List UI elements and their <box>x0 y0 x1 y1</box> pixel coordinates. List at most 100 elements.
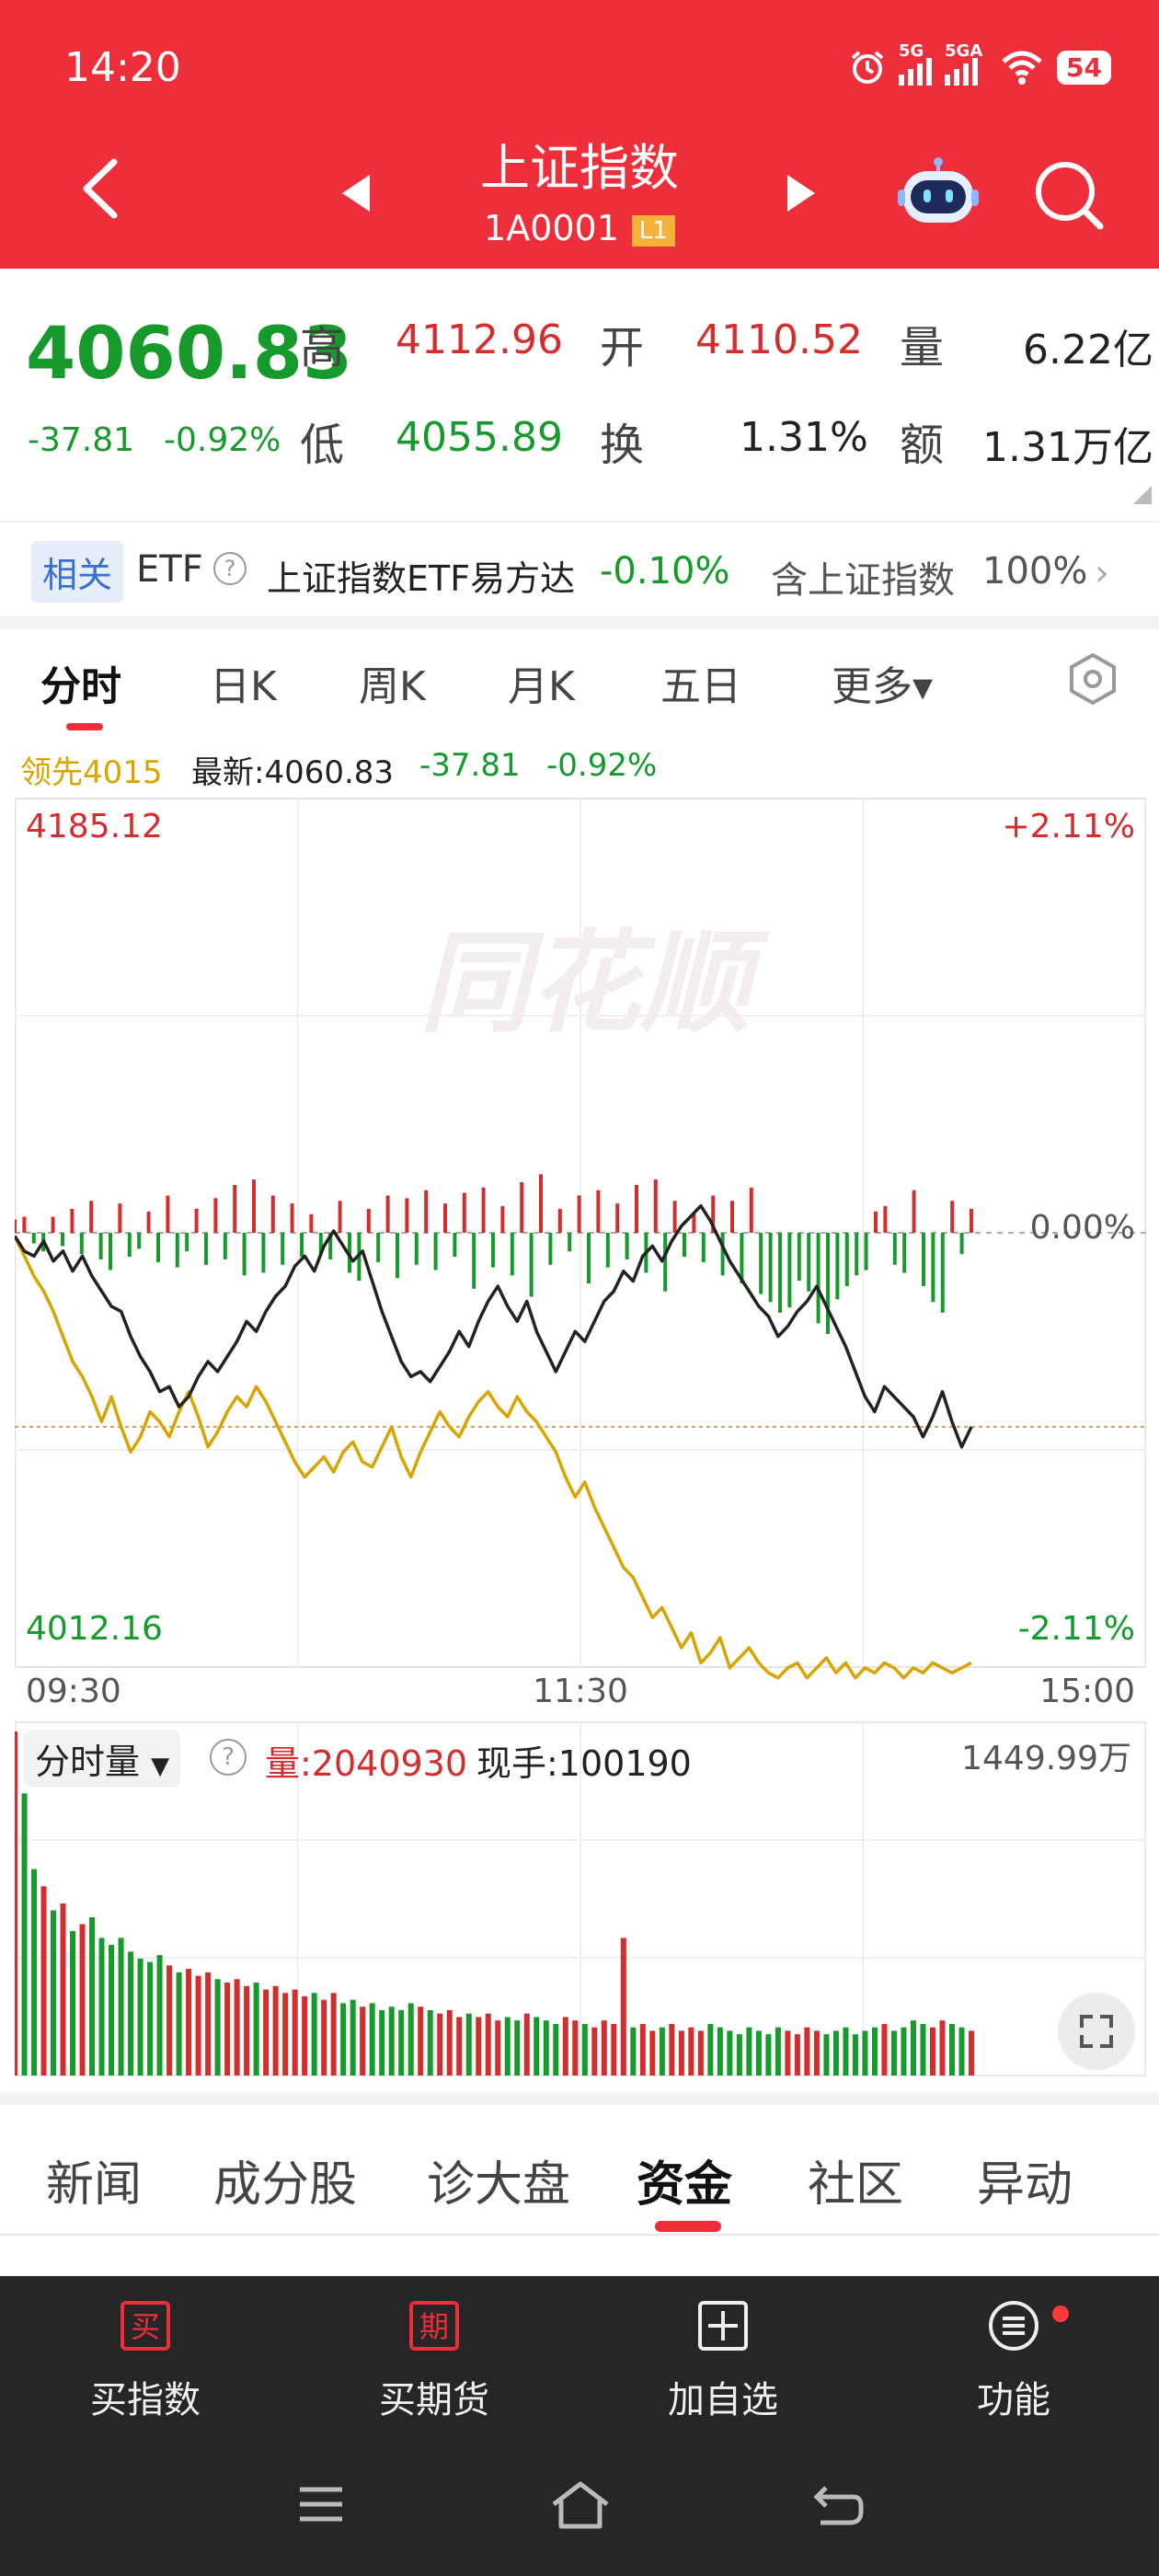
volume-bar <box>688 2027 694 2076</box>
net-flow-bar <box>61 1233 64 1247</box>
volume-bar <box>969 2030 974 2076</box>
volume-bar <box>79 1924 86 2076</box>
volume-bar <box>543 2020 549 2076</box>
tab-monthly-k[interactable]: 月K <box>508 653 575 712</box>
tab-constituents[interactable]: 成分股 <box>213 2145 357 2214</box>
net-flow-bar <box>768 1233 773 1303</box>
volume-bar <box>804 2027 810 2076</box>
net-flow-bar <box>405 1198 409 1233</box>
net-flow-bar <box>577 1195 581 1233</box>
volume-bar <box>890 2030 897 2076</box>
net-flow-bar <box>213 1198 218 1233</box>
net-flow-bar <box>156 1233 160 1262</box>
net-flow-bar <box>940 1233 945 1313</box>
tab-daily-k[interactable]: 日K <box>210 653 277 712</box>
volume-bar <box>910 2020 916 2076</box>
net-flow-bar <box>539 1174 543 1233</box>
volume-bar <box>128 1951 134 2076</box>
tab-more[interactable]: 更多▾ <box>832 653 933 712</box>
net-flow-bar <box>309 1213 314 1233</box>
tab-diagnosis[interactable]: 诊大盘 <box>427 2145 570 2214</box>
net-flow-bar <box>22 1216 27 1233</box>
volume-bar <box>195 1975 201 2076</box>
fullscreen-icon[interactable] <box>1058 1993 1135 2070</box>
tab-intraday[interactable]: 分时 <box>40 653 121 712</box>
net-flow-bar <box>816 1233 820 1324</box>
tab-community[interactable]: 社区 <box>808 2145 903 2214</box>
intraday-chart[interactable]: 同花顺 4185.12 4012.16 +2.11% 0.00% -2.11% … <box>15 791 1146 1708</box>
related-tag: 相关 <box>31 541 124 603</box>
buy-futures-button[interactable]: 期 买期货 <box>333 2300 535 2423</box>
net-flow-bar <box>548 1233 553 1265</box>
assistant-robot-icon[interactable] <box>898 155 979 224</box>
tab-five-day[interactable]: 五日 <box>660 653 741 712</box>
buy-index-button[interactable]: 买 买指数 <box>44 2300 247 2423</box>
wifi-icon <box>1002 51 1042 85</box>
volume-bar <box>495 2020 501 2076</box>
tab-news[interactable]: 新闻 <box>46 2145 142 2214</box>
nav-menu-icon[interactable] <box>298 2486 344 2523</box>
volume-bar <box>446 2009 453 2076</box>
volume-bar <box>707 2023 714 2076</box>
volume-selector[interactable]: 分时量 ▼ <box>24 1730 181 1788</box>
net-flow-bar <box>672 1201 677 1233</box>
battery-indicator: 54 <box>1057 50 1111 85</box>
net-flow-bar <box>759 1233 763 1294</box>
net-flow-bar <box>281 1233 285 1265</box>
volume-bar <box>746 2027 752 2076</box>
tab-funds[interactable]: 资金 <box>637 2145 732 2214</box>
volume-bar <box>736 2034 742 2076</box>
net-flow-bar <box>529 1233 534 1297</box>
corner-expand-icon[interactable] <box>1133 486 1152 504</box>
volume-bar <box>669 2023 675 2076</box>
volume-bar <box>794 2034 800 2076</box>
volume-help-icon[interactable]: ? <box>210 1739 247 1776</box>
net-flow-bar <box>252 1179 256 1233</box>
net-flow-bar <box>127 1233 132 1258</box>
functions-button[interactable]: 功能 <box>912 2300 1115 2423</box>
signal2-label: 5GA <box>945 41 983 61</box>
volume-bar <box>51 1910 57 2076</box>
menu-circle-icon <box>989 2301 1039 2351</box>
net-flow-bar <box>472 1233 476 1289</box>
net-flow-bar <box>797 1233 801 1282</box>
volume-bar <box>40 1886 47 2076</box>
volume-bar <box>418 2007 424 2076</box>
help-icon[interactable]: ? <box>213 552 247 585</box>
current-hand: 现手:100190 <box>476 1743 692 1784</box>
section-gap <box>0 616 1159 629</box>
volume-bar <box>176 1972 182 2076</box>
volume-bar <box>659 2027 665 2076</box>
net-flow-bar <box>204 1233 208 1265</box>
etf-name[interactable]: 上证指数ETF易方达 <box>267 550 575 601</box>
lead-index-label: 领先4015 <box>20 754 163 791</box>
volume-bar <box>31 1869 38 2076</box>
add-watchlist-button[interactable]: 加自选 <box>622 2300 824 2423</box>
volume-bar <box>504 2017 511 2076</box>
net-flow-bar <box>950 1201 955 1233</box>
net-flow-bar <box>338 1201 342 1233</box>
net-flow-bar <box>98 1233 103 1259</box>
volume-bar <box>823 2034 830 2076</box>
tab-weekly-k[interactable]: 周K <box>359 653 426 712</box>
volume-bar <box>15 1731 17 2076</box>
volume-bar <box>302 1995 308 2076</box>
search-icon[interactable] <box>1030 156 1106 232</box>
net-flow-bar <box>396 1233 399 1279</box>
nav-back-icon[interactable] <box>813 2482 865 2528</box>
etf-label: ETF <box>136 548 203 591</box>
chevron-right-icon[interactable]: › <box>1095 552 1109 594</box>
volume-bar <box>775 2027 781 2076</box>
volume-max-label: 1449.99万 <box>961 1740 1131 1777</box>
net-flow-bar <box>778 1233 782 1313</box>
volume-bar <box>601 2020 607 2076</box>
volume-bar <box>929 2027 935 2076</box>
tab-anomaly[interactable]: 异动 <box>977 2145 1073 2214</box>
net-flow-bar <box>51 1216 55 1233</box>
volume-bar <box>678 2030 684 2076</box>
hexagon-settings-icon[interactable] <box>1065 651 1120 707</box>
volume-bar <box>620 1938 626 2076</box>
nav-home-icon[interactable] <box>550 2480 611 2530</box>
net-flow-bar <box>510 1233 514 1276</box>
turnover-value: 1.31% <box>740 414 868 461</box>
